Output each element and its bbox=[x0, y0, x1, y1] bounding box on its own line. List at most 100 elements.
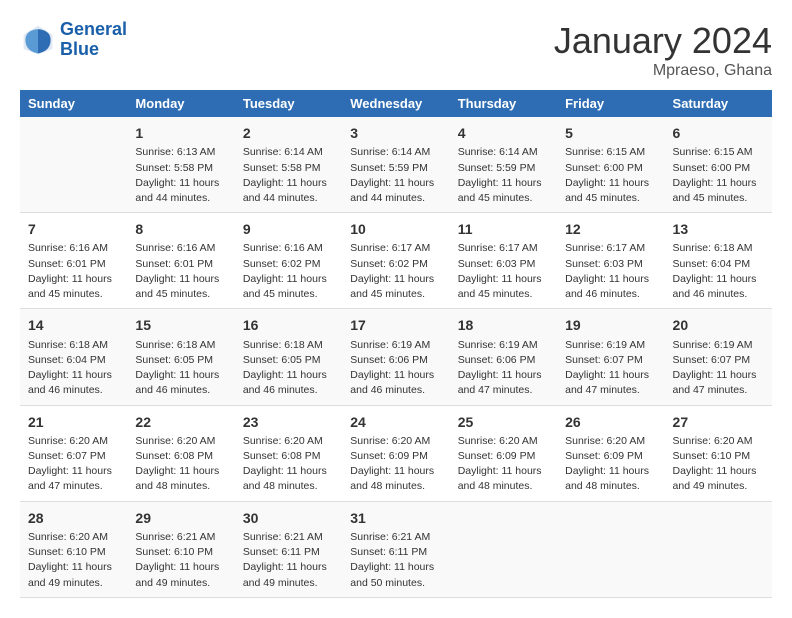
calendar-cell: 5Sunrise: 6:15 AM Sunset: 6:00 PM Daylig… bbox=[557, 117, 664, 213]
calendar-cell: 11Sunrise: 6:17 AM Sunset: 6:03 PM Dayli… bbox=[450, 213, 557, 309]
day-info: Sunrise: 6:16 AM Sunset: 6:02 PM Dayligh… bbox=[243, 241, 334, 302]
day-info: Sunrise: 6:15 AM Sunset: 6:00 PM Dayligh… bbox=[673, 145, 764, 206]
calendar-cell: 25Sunrise: 6:20 AM Sunset: 6:09 PM Dayli… bbox=[450, 405, 557, 501]
day-number: 9 bbox=[243, 219, 334, 239]
calendar-cell: 28Sunrise: 6:20 AM Sunset: 6:10 PM Dayli… bbox=[20, 501, 127, 597]
day-number: 18 bbox=[458, 315, 549, 335]
calendar-cell bbox=[450, 501, 557, 597]
title-area: January 2024 Mpraeso, Ghana bbox=[554, 20, 772, 80]
weekday-header-tuesday: Tuesday bbox=[235, 90, 342, 117]
day-number: 1 bbox=[135, 123, 226, 143]
week-row-3: 14 Sunrise: 6:18 AM Sunset: 6:04 PM Dayli… bbox=[20, 309, 772, 405]
day-info: Sunrise: 6:20 AM Sunset: 6:08 PM Dayligh… bbox=[135, 434, 226, 495]
day-number: 29 bbox=[135, 508, 226, 528]
location: Mpraeso, Ghana bbox=[554, 62, 772, 80]
weekday-header-saturday: Saturday bbox=[665, 90, 772, 117]
logo-text: General Blue bbox=[60, 20, 127, 60]
week-row-5: 28Sunrise: 6:20 AM Sunset: 6:10 PM Dayli… bbox=[20, 501, 772, 597]
calendar-cell: 31Sunrise: 6:21 AM Sunset: 6:11 PM Dayli… bbox=[342, 501, 449, 597]
day-number: 20 bbox=[673, 315, 764, 335]
day-number: 26 bbox=[565, 412, 656, 432]
day-info: Sunrise: 6:17 AM Sunset: 6:03 PM Dayligh… bbox=[565, 241, 656, 302]
weekday-header-row: SundayMondayTuesdayWednesdayThursdayFrid… bbox=[20, 90, 772, 117]
logo-blue-text: Blue bbox=[60, 39, 99, 59]
calendar-cell: 23Sunrise: 6:20 AM Sunset: 6:08 PM Dayli… bbox=[235, 405, 342, 501]
day-info: Sunrise: 6:20 AM Sunset: 6:09 PM Dayligh… bbox=[565, 434, 656, 495]
day-number: 23 bbox=[243, 412, 334, 432]
weekday-header-sunday: Sunday bbox=[20, 90, 127, 117]
calendar-cell: 16 Sunrise: 6:18 AM Sunset: 6:05 PM Dayli… bbox=[235, 309, 342, 405]
calendar-cell: 19Sunrise: 6:19 AM Sunset: 6:07 PM Dayli… bbox=[557, 309, 664, 405]
day-info: Sunrise: 6:15 AM Sunset: 6:00 PM Dayligh… bbox=[565, 145, 656, 206]
calendar-cell: 22Sunrise: 6:20 AM Sunset: 6:08 PM Dayli… bbox=[127, 405, 234, 501]
day-info: Sunrise: 6:20 AM Sunset: 6:09 PM Dayligh… bbox=[458, 434, 549, 495]
calendar-cell bbox=[557, 501, 664, 597]
calendar-cell: 18 Sunrise: 6:19 AM Sunset: 6:06 PM Dayli… bbox=[450, 309, 557, 405]
day-info: Sunrise: 6:19 AM Sunset: 6:06 PM Dayligh… bbox=[350, 338, 441, 399]
calendar-cell: 26Sunrise: 6:20 AM Sunset: 6:09 PM Dayli… bbox=[557, 405, 664, 501]
calendar-cell: 1Sunrise: 6:13 AM Sunset: 5:58 PM Daylig… bbox=[127, 117, 234, 213]
calendar-cell: 13Sunrise: 6:18 AM Sunset: 6:04 PM Dayli… bbox=[665, 213, 772, 309]
page-header: General Blue January 2024 Mpraeso, Ghana bbox=[20, 20, 772, 80]
day-info: Sunrise: 6:21 AM Sunset: 6:11 PM Dayligh… bbox=[243, 530, 334, 591]
day-info: Sunrise: 6:16 AM Sunset: 6:01 PM Dayligh… bbox=[135, 241, 226, 302]
day-info: Sunrise: 6:19 AM Sunset: 6:06 PM Dayligh… bbox=[458, 338, 549, 399]
day-number: 12 bbox=[565, 219, 656, 239]
day-number: 13 bbox=[673, 219, 764, 239]
day-number: 8 bbox=[135, 219, 226, 239]
day-number: 28 bbox=[28, 508, 119, 528]
calendar-cell: 17 Sunrise: 6:19 AM Sunset: 6:06 PM Dayli… bbox=[342, 309, 449, 405]
day-info: Sunrise: 6:18 AM Sunset: 6:05 PM Dayligh… bbox=[243, 338, 334, 399]
calendar-table: SundayMondayTuesdayWednesdayThursdayFrid… bbox=[20, 90, 772, 598]
calendar-cell: 7Sunrise: 6:16 AM Sunset: 6:01 PM Daylig… bbox=[20, 213, 127, 309]
calendar-cell: 3Sunrise: 6:14 AM Sunset: 5:59 PM Daylig… bbox=[342, 117, 449, 213]
calendar-cell: 10Sunrise: 6:17 AM Sunset: 6:02 PM Dayli… bbox=[342, 213, 449, 309]
day-number: 19 bbox=[565, 315, 656, 335]
calendar-cell bbox=[665, 501, 772, 597]
day-info: Sunrise: 6:20 AM Sunset: 6:09 PM Dayligh… bbox=[350, 434, 441, 495]
calendar-cell: 15 Sunrise: 6:18 AM Sunset: 6:05 PM Dayli… bbox=[127, 309, 234, 405]
calendar-cell: 24Sunrise: 6:20 AM Sunset: 6:09 PM Dayli… bbox=[342, 405, 449, 501]
calendar-cell: 8Sunrise: 6:16 AM Sunset: 6:01 PM Daylig… bbox=[127, 213, 234, 309]
calendar-cell: 21Sunrise: 6:20 AM Sunset: 6:07 PM Dayli… bbox=[20, 405, 127, 501]
calendar-cell: 6Sunrise: 6:15 AM Sunset: 6:00 PM Daylig… bbox=[665, 117, 772, 213]
day-number: 3 bbox=[350, 123, 441, 143]
day-info: Sunrise: 6:21 AM Sunset: 6:11 PM Dayligh… bbox=[350, 530, 441, 591]
weekday-header-friday: Friday bbox=[557, 90, 664, 117]
day-number: 6 bbox=[673, 123, 764, 143]
day-number: 10 bbox=[350, 219, 441, 239]
day-number: 31 bbox=[350, 508, 441, 528]
day-number: 24 bbox=[350, 412, 441, 432]
day-number: 15 bbox=[135, 315, 226, 335]
day-number: 5 bbox=[565, 123, 656, 143]
day-info: Sunrise: 6:20 AM Sunset: 6:07 PM Dayligh… bbox=[28, 434, 119, 495]
day-info: Sunrise: 6:14 AM Sunset: 5:58 PM Dayligh… bbox=[243, 145, 334, 206]
calendar-cell: 9Sunrise: 6:16 AM Sunset: 6:02 PM Daylig… bbox=[235, 213, 342, 309]
weekday-header-monday: Monday bbox=[127, 90, 234, 117]
day-number: 17 bbox=[350, 315, 441, 335]
day-number: 21 bbox=[28, 412, 119, 432]
calendar-cell: 14 Sunrise: 6:18 AM Sunset: 6:04 PM Dayli… bbox=[20, 309, 127, 405]
calendar-cell bbox=[20, 117, 127, 213]
calendar-cell: 29Sunrise: 6:21 AM Sunset: 6:10 PM Dayli… bbox=[127, 501, 234, 597]
calendar-cell: 2Sunrise: 6:14 AM Sunset: 5:58 PM Daylig… bbox=[235, 117, 342, 213]
calendar-cell: 30Sunrise: 6:21 AM Sunset: 6:11 PM Dayli… bbox=[235, 501, 342, 597]
day-number: 25 bbox=[458, 412, 549, 432]
day-info: Sunrise: 6:18 AM Sunset: 6:04 PM Dayligh… bbox=[673, 241, 764, 302]
day-info: Sunrise: 6:17 AM Sunset: 6:02 PM Dayligh… bbox=[350, 241, 441, 302]
day-info: Sunrise: 6:21 AM Sunset: 6:10 PM Dayligh… bbox=[135, 530, 226, 591]
day-info: Sunrise: 6:16 AM Sunset: 6:01 PM Dayligh… bbox=[28, 241, 119, 302]
day-info: Sunrise: 6:17 AM Sunset: 6:03 PM Dayligh… bbox=[458, 241, 549, 302]
day-info: Sunrise: 6:18 AM Sunset: 6:04 PM Dayligh… bbox=[28, 338, 119, 399]
day-info: Sunrise: 6:20 AM Sunset: 6:10 PM Dayligh… bbox=[28, 530, 119, 591]
day-info: Sunrise: 6:18 AM Sunset: 6:05 PM Dayligh… bbox=[135, 338, 226, 399]
day-info: Sunrise: 6:14 AM Sunset: 5:59 PM Dayligh… bbox=[350, 145, 441, 206]
day-number: 16 bbox=[243, 315, 334, 335]
day-number: 14 bbox=[28, 315, 119, 335]
day-info: Sunrise: 6:20 AM Sunset: 6:10 PM Dayligh… bbox=[673, 434, 764, 495]
logo-icon bbox=[20, 22, 56, 58]
day-number: 30 bbox=[243, 508, 334, 528]
day-number: 22 bbox=[135, 412, 226, 432]
week-row-4: 21Sunrise: 6:20 AM Sunset: 6:07 PM Dayli… bbox=[20, 405, 772, 501]
day-number: 11 bbox=[458, 219, 549, 239]
